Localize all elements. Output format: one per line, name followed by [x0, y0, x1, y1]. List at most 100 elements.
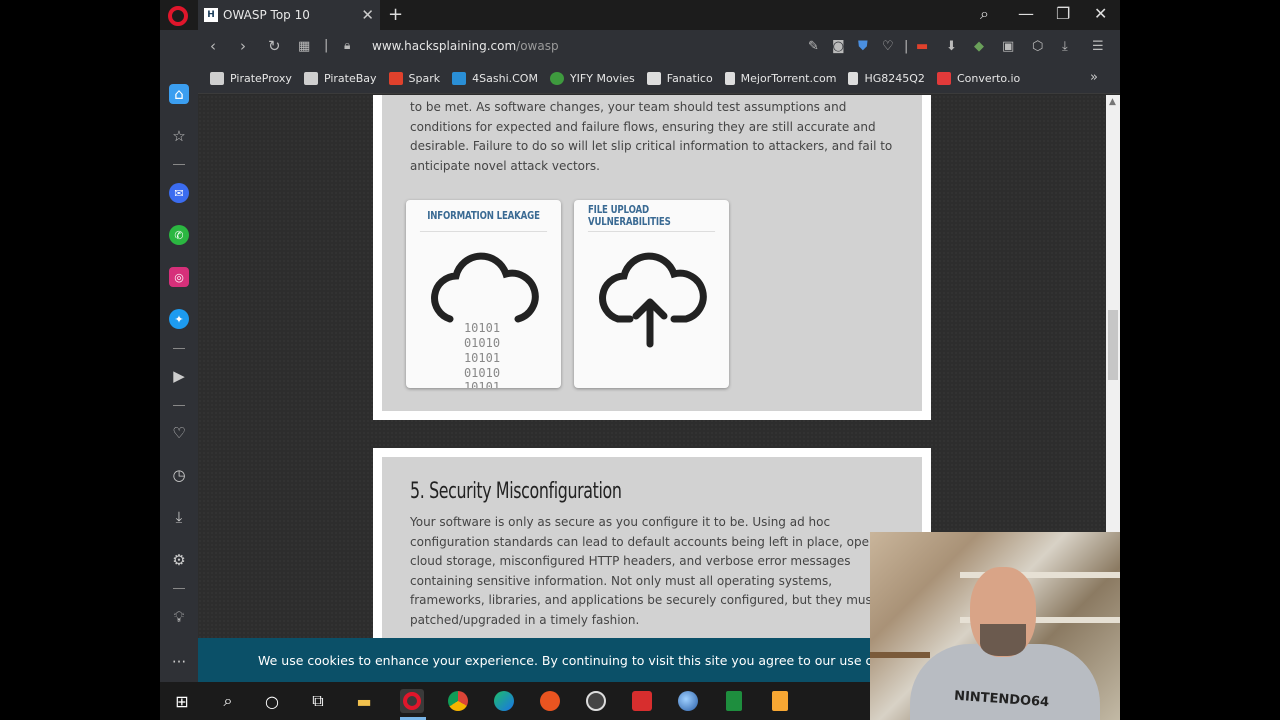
heart-icon[interactable]: ♡: [882, 39, 894, 54]
scroll-up-icon[interactable]: ▲: [1109, 97, 1116, 107]
network-app-icon[interactable]: [676, 689, 700, 713]
task-view-icon[interactable]: ⧉: [306, 689, 330, 713]
bookmark-favicon-icon: [646, 72, 661, 85]
history-icon[interactable]: ◷: [169, 465, 189, 485]
extension-code-icon[interactable]: ▣: [1002, 39, 1014, 54]
bookmark-spark[interactable]: Spark: [388, 72, 440, 85]
bookmark-mejortorrent[interactable]: MejorTorrent.com: [724, 72, 836, 85]
tile-title: FILE UPLOAD VULNERABILITIES: [587, 200, 716, 232]
shield-icon[interactable]: ⛊: [858, 39, 868, 54]
sidebar-separator: [173, 405, 185, 406]
acrobat-square: [632, 691, 652, 711]
hacksplaining-favicon-icon: H: [204, 8, 218, 22]
lock-icon[interactable]: 🔒︎: [344, 38, 350, 53]
extension-download-icon[interactable]: ⬇: [946, 39, 957, 54]
tile-file-upload-vulnerabilities[interactable]: FILE UPLOAD VULNERABILITIES: [574, 200, 729, 388]
person-beard: [980, 624, 1026, 656]
downloads-icon[interactable]: ⤓: [1062, 39, 1068, 54]
search-icon[interactable]: ⌕: [216, 689, 240, 713]
opera-logo-icon[interactable]: [168, 6, 188, 26]
url-domain: www.hacksplaining.com: [372, 39, 517, 53]
sheets-doc: [726, 691, 742, 711]
bookmark-favicon-icon: [549, 72, 564, 85]
bookmark-pirateproxy[interactable]: PirateProxy: [210, 72, 292, 85]
separator: |: [904, 39, 909, 54]
ubuntu-circle: [540, 691, 560, 711]
bookmark-favicon-icon: [936, 72, 951, 85]
minimize-icon[interactable]: —: [1018, 4, 1034, 23]
new-tab-icon[interactable]: +: [388, 4, 403, 25]
svg-text:10101: 10101: [464, 351, 500, 365]
cortana-icon[interactable]: ○: [260, 689, 284, 713]
bookmark-converto[interactable]: Converto.io: [936, 72, 1020, 85]
bookmark-hg8245q2[interactable]: HG8245Q2: [848, 72, 925, 85]
tips-bulb-icon[interactable]: 💡︎: [169, 607, 189, 627]
notepad-icon[interactable]: [768, 689, 792, 713]
speed-dial-icon[interactable]: ☆: [169, 126, 189, 146]
tile-information-leakage[interactable]: INFORMATION LEAKAGE 10101 01010 10101 01…: [406, 200, 561, 388]
svg-text:10101: 10101: [464, 321, 500, 335]
bookmarks-more-icon[interactable]: »: [1090, 70, 1098, 85]
camera-icon[interactable]: ◙: [832, 39, 845, 54]
webcam-overlay: NINTENDO64: [870, 532, 1120, 720]
edit-icon[interactable]: ✎: [808, 39, 819, 54]
downloads-icon[interactable]: ⤓: [169, 507, 189, 527]
sidebar-separator: [173, 164, 185, 165]
restore-icon[interactable]: ❐: [1056, 4, 1070, 23]
acrobat-icon[interactable]: [630, 689, 654, 713]
close-tab-icon[interactable]: ✕: [361, 6, 374, 24]
file-explorer-icon[interactable]: ▬: [352, 689, 376, 713]
ubuntu-icon[interactable]: [538, 689, 562, 713]
section-4-body: to be met. As software changes, your tea…: [382, 95, 922, 411]
more-icon[interactable]: ···: [169, 652, 189, 672]
forward-icon[interactable]: ›: [240, 37, 246, 55]
heart-icon[interactable]: ♡: [169, 423, 189, 443]
notepad-doc: [772, 691, 788, 711]
sheets-icon[interactable]: [722, 689, 746, 713]
shelf: [870, 652, 930, 658]
instagram-icon[interactable]: ◎: [169, 267, 189, 287]
bookmark-favicon-icon: [848, 72, 859, 85]
section-5-card: 5. Security Misconfiguration Your softwa…: [373, 448, 931, 638]
extension-cube-icon[interactable]: ◆: [974, 39, 984, 54]
section-5-body: 5. Security Misconfiguration Your softwa…: [382, 457, 922, 638]
separator: |: [324, 38, 329, 53]
reload-icon[interactable]: ↻: [268, 37, 281, 55]
svg-text:01010: 01010: [464, 366, 500, 380]
whatsapp-icon[interactable]: ✆: [169, 225, 189, 245]
address-bar: ‹ › ↻ ▦ | 🔒︎ www.hacksplaining.com/owasp…: [160, 30, 1120, 64]
tab-bar: H OWASP Top 10 ✕ + ⌕ — ❐ ✕: [160, 0, 1120, 30]
bookmark-favicon-icon: [452, 72, 467, 85]
bookmark-fanatico[interactable]: Fanatico: [646, 72, 713, 85]
scroll-thumb[interactable]: [1108, 310, 1118, 380]
tile-title: INFORMATION LEAKAGE: [419, 200, 548, 232]
edge-icon[interactable]: [492, 689, 516, 713]
back-icon[interactable]: ‹: [210, 37, 216, 55]
settings-gear-icon[interactable]: ⚙: [169, 550, 189, 570]
url-field[interactable]: www.hacksplaining.com/owasp: [372, 39, 559, 53]
messenger-icon[interactable]: ✉: [169, 183, 189, 203]
chrome-icon[interactable]: [446, 689, 470, 713]
easy-setup-icon[interactable]: ☰: [1092, 39, 1104, 54]
tab-owasp[interactable]: H OWASP Top 10 ✕: [198, 0, 380, 30]
binary-rain: 10101 01010 10101 01010 10101: [464, 321, 500, 388]
sidebar-separator: [173, 348, 185, 349]
extension-red-icon[interactable]: ▬: [916, 39, 928, 54]
obs-icon[interactable]: [584, 689, 608, 713]
windows-start-icon[interactable]: ⊞: [170, 689, 194, 713]
chrome-ring: [448, 691, 468, 711]
bookmark-4sashi[interactable]: 4Sashi.COM: [452, 72, 538, 85]
opera-taskbar-icon[interactable]: [400, 689, 424, 713]
home-icon[interactable]: ⌂: [169, 84, 189, 104]
search-tabs-icon[interactable]: ⌕: [980, 4, 989, 24]
network-globe: [678, 691, 698, 711]
player-icon[interactable]: ▶: [169, 366, 189, 386]
twitter-icon[interactable]: ✦: [169, 309, 189, 329]
close-window-icon[interactable]: ✕: [1094, 4, 1107, 23]
extensions-box-icon[interactable]: ⬡: [1032, 39, 1043, 54]
svg-text:10101: 10101: [464, 380, 500, 388]
tabs-grid-icon[interactable]: ▦: [298, 39, 310, 54]
bookmark-piratebay[interactable]: PirateBay: [303, 72, 377, 85]
bookmarks-bar: PirateProxy PirateBay Spark 4Sashi.COM Y…: [198, 64, 1120, 94]
bookmark-yify-movies[interactable]: YIFY Movies: [549, 72, 635, 85]
